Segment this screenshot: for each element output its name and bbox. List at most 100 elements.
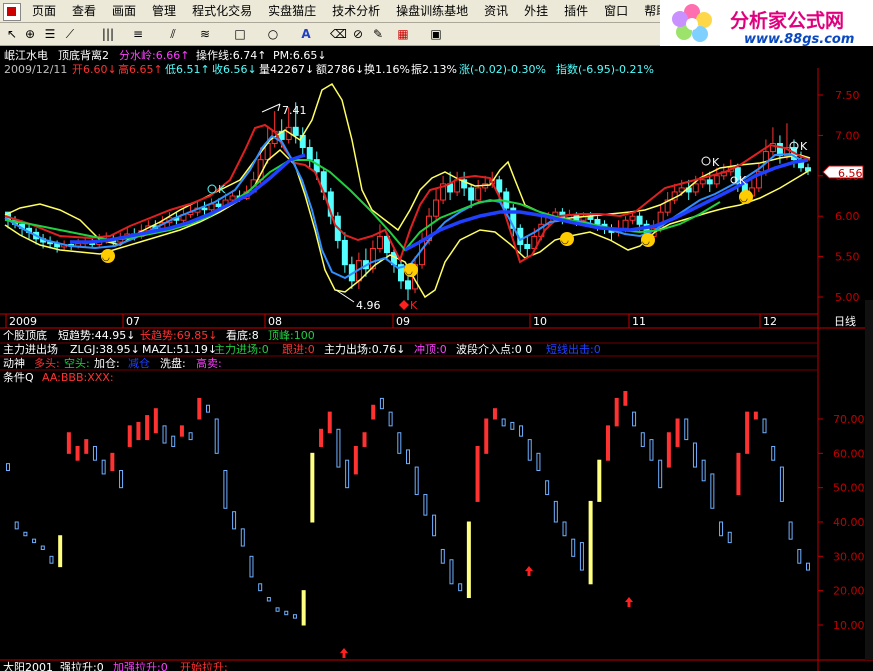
menu-item-0[interactable]: 页面 [24, 0, 64, 22]
text-tool-icon[interactable]: A [298, 26, 314, 42]
erase-icon[interactable]: ⌫ [330, 26, 347, 42]
lower-bar [640, 432, 645, 447]
pointer-icon[interactable]: ↖ [4, 26, 20, 42]
parallel-lines-icon[interactable]: ⫽ [165, 26, 181, 42]
lower-bar [449, 559, 454, 585]
menu-item-7[interactable]: 操盘训练基地 [388, 0, 476, 22]
list-icon[interactable]: ☰ [42, 26, 58, 42]
zoom-icon[interactable]: ⊕ [22, 26, 38, 42]
smiley-icon: ◡ [560, 232, 574, 246]
bottom-watch: 看底:8 [226, 328, 259, 342]
lower-bar [379, 397, 384, 410]
x-tick-label: 07 [126, 315, 140, 328]
lock-icon[interactable]: ⊘ [350, 26, 366, 42]
lower-bar [614, 397, 619, 427]
rectangle-icon[interactable]: □ [232, 26, 248, 42]
candle [622, 219, 629, 229]
lower-bar [458, 583, 463, 592]
lower-bar [179, 425, 184, 437]
lower-tick-label: 30.00 [833, 550, 865, 563]
lower-bar [127, 425, 132, 447]
chart-area[interactable]: 岷江水电 顶底背离2 分水岭:6.66↑ 操作线:6.74↑ PM:6.65↓ … [0, 46, 873, 671]
line-tool-icon[interactable]: ⟋ [62, 26, 78, 42]
candle [636, 215, 643, 225]
lower-bar [762, 418, 767, 434]
lower-bar [588, 500, 593, 585]
price-tick-label: 5.50 [835, 251, 860, 264]
lower-bar [806, 562, 810, 571]
color-palette-icon[interactable]: ▦ [395, 26, 411, 42]
app-icon[interactable] [3, 3, 21, 21]
pm-value: PM:6.65↓ [273, 49, 327, 62]
lower-bar [345, 459, 350, 489]
menu-item-8[interactable]: 资讯 [476, 0, 516, 22]
lower-bar [266, 597, 271, 602]
menu-item-5[interactable]: 实盘猫庄 [260, 0, 324, 22]
wave-entry: 波段介入点:0 0 [456, 342, 532, 356]
menu-item-1[interactable]: 查看 [64, 0, 104, 22]
lower-bar [40, 545, 45, 550]
lower-bar [110, 452, 115, 472]
period-label[interactable]: 日线 [834, 314, 856, 328]
lower-bar [606, 425, 610, 461]
lower-bar [119, 470, 124, 489]
channel-icon[interactable]: ≡ [130, 26, 146, 42]
lower-bar [145, 415, 150, 441]
lower-tick-label: 40.00 [833, 516, 865, 529]
svg-text:K: K [218, 183, 226, 196]
x-tick-label: 12 [763, 315, 777, 328]
candle [594, 218, 601, 225]
menu-item-2[interactable]: 画面 [104, 0, 144, 22]
menu-item-11[interactable]: 窗口 [596, 0, 636, 22]
lower-bar [684, 418, 689, 441]
candle [433, 199, 440, 217]
circle-icon[interactable]: ○ [265, 26, 281, 42]
grid-lines-icon[interactable]: ||| [100, 26, 116, 42]
save-icon[interactable]: ▣ [428, 26, 444, 42]
side-scrollbar[interactable] [865, 300, 873, 660]
candle [229, 195, 236, 201]
volume-value: 量42267↓ [259, 63, 314, 76]
long-label: 多头: [34, 356, 60, 370]
pencil-icon[interactable]: ✎ [370, 26, 386, 42]
lower-bar [284, 610, 289, 616]
svg-text:4.96: 4.96 [356, 299, 381, 312]
follow: 跟进:0 [282, 343, 315, 356]
menu-item-6[interactable]: 技术分析 [324, 0, 388, 22]
lower-bar [414, 466, 419, 496]
lower-bar [136, 421, 141, 441]
svg-text:◡: ◡ [740, 194, 748, 204]
menu-item-4[interactable]: 程式化交易 [184, 0, 260, 22]
svg-text:7.41: 7.41 [282, 104, 307, 117]
candle [201, 207, 208, 211]
lower-bar [475, 445, 480, 502]
price-tick-label: 7.50 [835, 89, 860, 102]
fan-icon[interactable]: ≋ [197, 26, 213, 42]
lower-tick-label: 50.00 [833, 482, 865, 495]
current-price-tag: 6.56 [822, 165, 864, 180]
lower-bar [406, 449, 410, 465]
lower-bar [797, 548, 802, 564]
candle [468, 187, 475, 201]
menu-item-9[interactable]: 外挂 [516, 0, 556, 22]
svg-text:◡: ◡ [642, 237, 650, 247]
candle [306, 147, 313, 161]
turnover-value: 换1.16% [364, 62, 410, 76]
lower-bar [779, 466, 784, 502]
lower-bar [745, 411, 750, 454]
panel3-title: 动神 [3, 356, 25, 370]
menu-item-10[interactable]: 插件 [556, 0, 596, 22]
lower-bar [432, 514, 437, 537]
lower-bar [675, 418, 680, 447]
lower-bar [492, 408, 497, 420]
candle [496, 179, 503, 193]
czx-value: 操作线:6.74↑ [196, 48, 266, 62]
lower-bar [719, 521, 724, 537]
lower-bar [466, 521, 471, 599]
enhanced-pull: 加强拉升:0 [113, 660, 168, 671]
menu-item-3[interactable]: 管理 [144, 0, 184, 22]
svg-text:K: K [410, 299, 418, 312]
lower-bar [527, 439, 532, 461]
lower-bar [275, 607, 280, 612]
lower-bar [553, 500, 558, 523]
